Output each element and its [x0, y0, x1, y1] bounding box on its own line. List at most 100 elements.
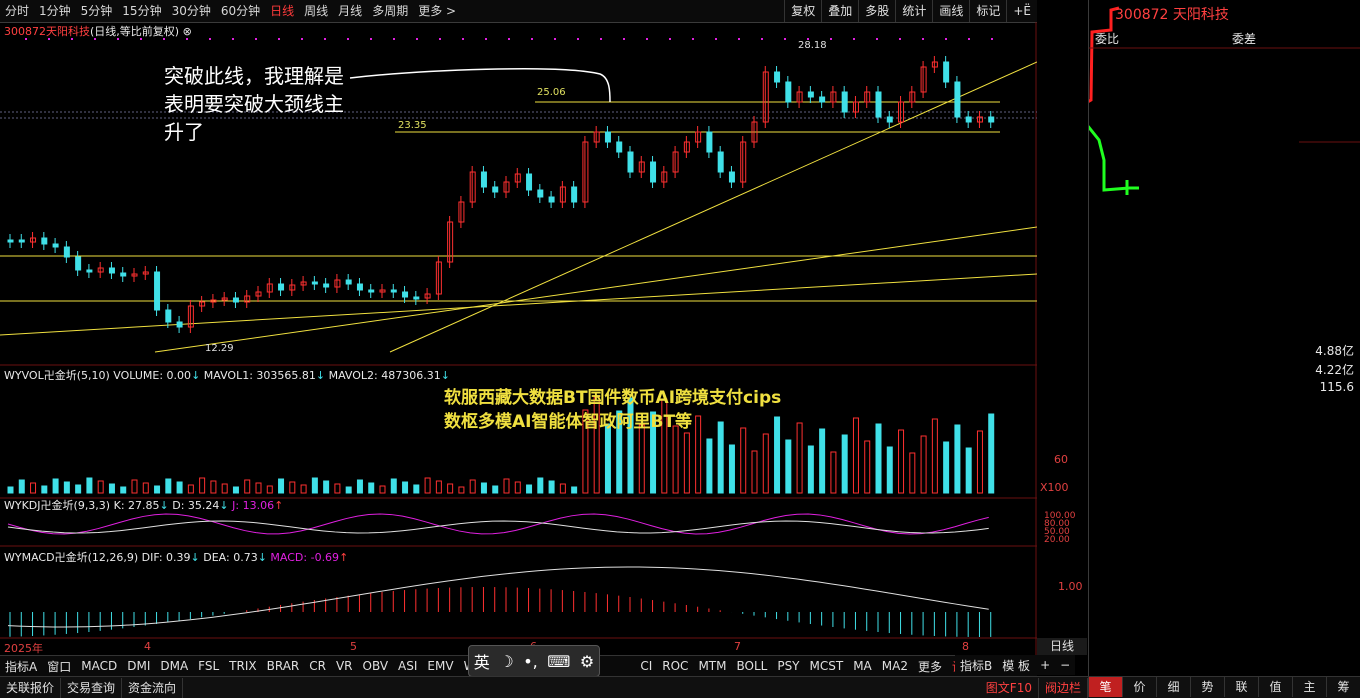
timeframe-3[interactable]: 15分钟 — [117, 0, 166, 22]
marker-dot — [577, 38, 579, 40]
timeframe-0[interactable]: 分时 — [0, 0, 34, 22]
panel-tab-6[interactable]: 主 — [1292, 677, 1326, 697]
volume-bar — [503, 478, 510, 494]
indicator-tab-5[interactable]: FSL — [193, 659, 224, 673]
timeframe-4[interactable]: 30分钟 — [167, 0, 216, 22]
keyboard-icon[interactable]: ⌨ — [547, 652, 570, 671]
timeframe-10[interactable]: 更多 > — [413, 0, 461, 22]
indicator-tab-4[interactable]: DMA — [155, 659, 193, 673]
volume-indicator-title: WYVOL卍金圻(5,10) VOLUME: 0.00↓ MAVOL1: 303… — [4, 369, 450, 382]
indicator-tab-3[interactable]: DMI — [122, 659, 155, 673]
indicator-right-0[interactable]: 指标B — [955, 657, 997, 674]
indicator-tab-17[interactable]: BOLL — [731, 659, 772, 673]
panel-tab-1[interactable]: 价 — [1122, 677, 1156, 697]
indicator-tab-9[interactable]: VR — [331, 659, 358, 673]
panel-tab-2[interactable]: 细 — [1156, 677, 1190, 697]
macd-axis-1: 1.00 — [1058, 580, 1083, 593]
toolbar-button-4[interactable]: 画线 — [932, 0, 969, 22]
candle-body — [75, 256, 82, 271]
marker-dot — [646, 38, 648, 40]
candle-body — [390, 289, 397, 293]
indicator-tab-18[interactable]: PSY — [772, 659, 804, 673]
toolbar-button-1[interactable]: 叠加 — [821, 0, 858, 22]
timeframe-2[interactable]: 5分钟 — [76, 0, 118, 22]
indicator-tab-11[interactable]: ASI — [393, 659, 422, 673]
indicator-tab-0[interactable]: 指标A — [0, 658, 42, 675]
marker-dot — [393, 38, 395, 40]
indicator-tab-19[interactable]: MCST — [805, 659, 849, 673]
indicator-tab-16[interactable]: MTM — [693, 659, 731, 673]
panel-tab-0[interactable]: 笔 — [1088, 677, 1122, 697]
status-tab-0[interactable]: 关联报价 — [0, 677, 62, 698]
toolbar-button-2[interactable]: 多股 — [858, 0, 895, 22]
indicator-tab-14[interactable]: CI — [635, 659, 657, 673]
indicator-tab-15[interactable]: ROC — [657, 659, 693, 673]
concept-annotation: 软服西藏大数据BT国件数币AI跨境支付cips 数枢多模AI智能体智政阿里BT等 — [444, 386, 781, 434]
indicator-tab-1[interactable]: 窗口 — [42, 658, 76, 675]
volume-bar — [785, 439, 792, 494]
candle-body — [604, 131, 611, 143]
moon-icon[interactable]: ☽ — [499, 652, 513, 671]
indicator-tab-12[interactable]: EMV — [422, 659, 458, 673]
volume-bar — [604, 423, 611, 494]
toolbar-button-5[interactable]: 标记 — [969, 0, 1006, 22]
period-label[interactable]: 日线 — [1037, 638, 1087, 655]
volume-bar — [120, 486, 127, 494]
candle-body — [841, 91, 848, 113]
indicator-right-3[interactable]: − — [1055, 658, 1075, 672]
kdj-k: K: 27.85 — [113, 499, 160, 512]
panel-tab-7[interactable]: 筹 — [1326, 677, 1360, 697]
volume-bar — [514, 481, 521, 494]
timeframe-6[interactable]: 日线 — [265, 0, 299, 22]
indicator-tab-22[interactable]: 更多 — [913, 658, 947, 675]
marker-dot — [163, 38, 165, 40]
candle-body — [819, 96, 826, 103]
toolbar-button-0[interactable]: 复权 — [784, 0, 821, 22]
indicator-tab-21[interactable]: MA2 — [877, 659, 913, 673]
indicator-tab-10[interactable]: OBV — [358, 659, 394, 673]
timeframe-8[interactable]: 月线 — [333, 0, 367, 22]
volume-bar — [740, 427, 747, 494]
volume-bar — [390, 478, 397, 494]
indicator-tab-20[interactable]: MA — [848, 659, 877, 673]
toolbar-button-6[interactable]: +Ë — [1006, 0, 1037, 22]
gear-icon[interactable]: ⚙ — [580, 652, 594, 671]
toolbar-button-3[interactable]: 统计 — [895, 0, 932, 22]
ime-lang-icon[interactable]: 英 — [474, 649, 490, 673]
indicator-right-2[interactable]: + — [1035, 658, 1055, 672]
volume-bar — [469, 479, 476, 494]
volume-bar — [976, 430, 983, 494]
date-label-8: 8 — [962, 640, 969, 653]
volume-bar — [807, 445, 814, 494]
concept-line-2: 数枢多模AI智能体智政阿里BT等 — [444, 412, 693, 432]
panel-tab-3[interactable]: 势 — [1190, 677, 1224, 697]
status-right-0[interactable]: 图文F10 — [980, 677, 1039, 698]
volume-bar — [30, 482, 37, 494]
indicator-tab-6[interactable]: TRIX — [224, 659, 261, 673]
candle-body — [176, 321, 183, 328]
timeframe-5[interactable]: 60分钟 — [216, 0, 265, 22]
marker-dot — [140, 38, 142, 40]
status-tab-2[interactable]: 资金流向 — [122, 677, 184, 698]
timeframe-7[interactable]: 周线 — [299, 0, 333, 22]
timeframe-1[interactable]: 1分钟 — [34, 0, 76, 22]
status-tab-1[interactable]: 交易查询 — [61, 677, 123, 698]
status-right-1[interactable]: 阀边栏 — [1039, 677, 1088, 698]
indicator-right-1[interactable]: 模 板 — [997, 657, 1035, 674]
punct-icon[interactable]: •, — [523, 652, 538, 671]
price-label-high: 28.18 — [798, 40, 827, 51]
timeframe-9[interactable]: 多周期 — [367, 0, 413, 22]
volume-bar — [97, 480, 104, 494]
indicator-tab-7[interactable]: BRAR — [262, 659, 305, 673]
panel-tab-5[interactable]: 值 — [1258, 677, 1292, 697]
ime-toolbar[interactable]: 英 ☽ •, ⌨ ⚙ — [468, 645, 600, 677]
volume-bar — [819, 428, 826, 494]
panel-value-3: 115.6 — [1319, 380, 1354, 394]
candle-body — [943, 61, 950, 83]
panel-tab-4[interactable]: 联 — [1224, 677, 1258, 697]
indicator-tab-8[interactable]: CR — [304, 659, 331, 673]
volume-bar — [852, 417, 859, 494]
indicator-tab-2[interactable]: MACD — [76, 659, 122, 673]
marker-dot — [531, 38, 533, 40]
price-label-2506: 25.06 — [537, 87, 566, 98]
